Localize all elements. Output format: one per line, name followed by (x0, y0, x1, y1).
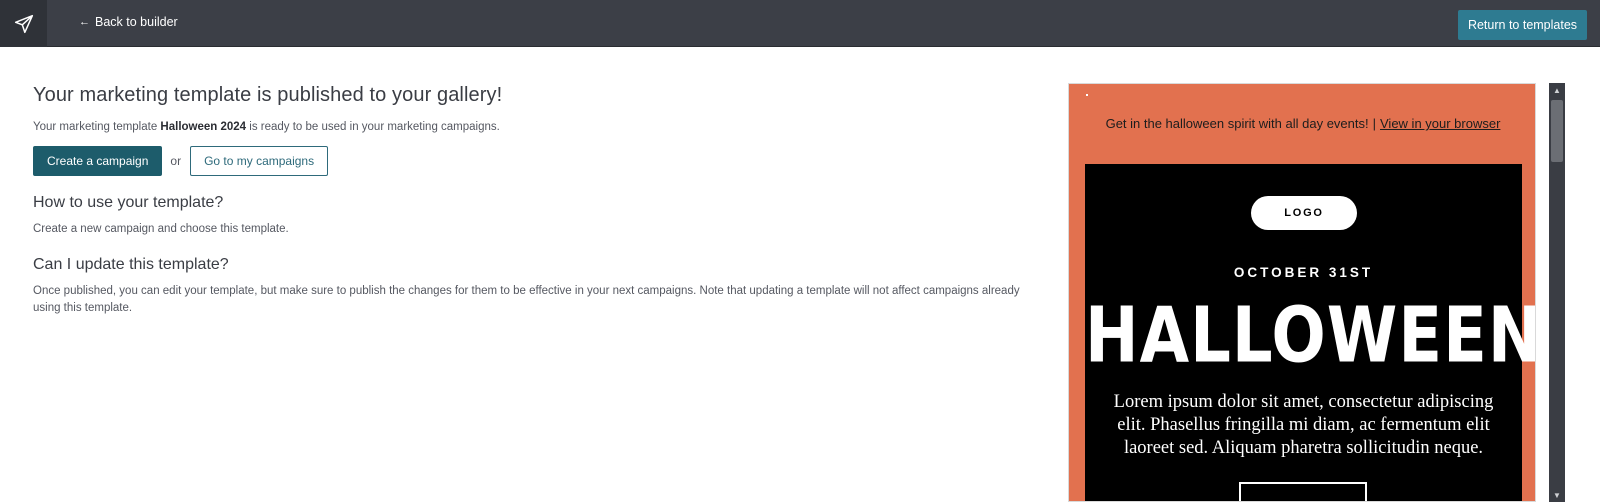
publish-subtitle: Your marketing template Halloween 2024 i… (33, 121, 1023, 133)
email-body: LOGO OCTOBER 31ST HALLOWEEN Lorem ipsum … (1085, 164, 1536, 501)
action-row: Create a campaign or Go to my campaigns (33, 146, 1023, 176)
arrow-left-icon: ← (79, 16, 90, 28)
email-body-text: Lorem ipsum dolor sit amet, consectetur … (1113, 392, 1494, 458)
back-to-builder-label: Back to builder (95, 15, 178, 29)
email-cta-button (1239, 482, 1367, 501)
preheader-separator: | (1372, 116, 1376, 131)
update-template-text: Once published, you can edit your templa… (33, 285, 1020, 314)
or-separator: or (170, 154, 182, 168)
preheader-text: Get in the halloween spirit with all day… (1105, 116, 1369, 131)
email-preheader: Get in the halloween spirit with all day… (1069, 115, 1535, 132)
email-headline: HALLOWEEN (1085, 292, 1536, 381)
return-to-templates-button[interactable]: Return to templates (1458, 10, 1587, 40)
email-date: OCTOBER 31ST (1233, 265, 1374, 280)
scroll-thumb[interactable] (1551, 100, 1563, 162)
subtitle-suffix: is ready to be used in your marketing ca… (246, 121, 500, 133)
scroll-down-arrow[interactable]: ▼ (1549, 488, 1565, 502)
how-to-use-heading: How to use your template? (33, 194, 224, 211)
main-content: Your marketing template is published to … (33, 84, 1023, 317)
page-title: Your marketing template is published to … (33, 84, 503, 106)
preview-pixel (1086, 94, 1088, 96)
preview-scrollbar[interactable]: ▲ ▼ (1549, 83, 1565, 502)
paper-plane-icon (14, 14, 33, 33)
create-campaign-button[interactable]: Create a campaign (33, 146, 163, 176)
subtitle-prefix: Your marketing template (33, 121, 161, 133)
email-preview: Get in the halloween spirit with all day… (1068, 83, 1536, 502)
update-template-heading: Can I update this template? (33, 256, 229, 273)
view-in-browser-link[interactable]: View in your browser (1380, 116, 1500, 131)
go-to-my-campaigns-button[interactable]: Go to my campaigns (190, 146, 329, 176)
app-logo[interactable] (0, 0, 47, 47)
back-to-builder-link[interactable]: ← Back to builder (79, 15, 178, 29)
how-to-use-text: Create a new campaign and choose this te… (33, 223, 289, 235)
scroll-up-arrow[interactable]: ▲ (1549, 83, 1565, 97)
email-logo-placeholder: LOGO (1251, 196, 1357, 230)
template-name: Halloween 2024 (160, 121, 247, 133)
top-bar: ← Back to builder Return to templates (0, 0, 1600, 47)
